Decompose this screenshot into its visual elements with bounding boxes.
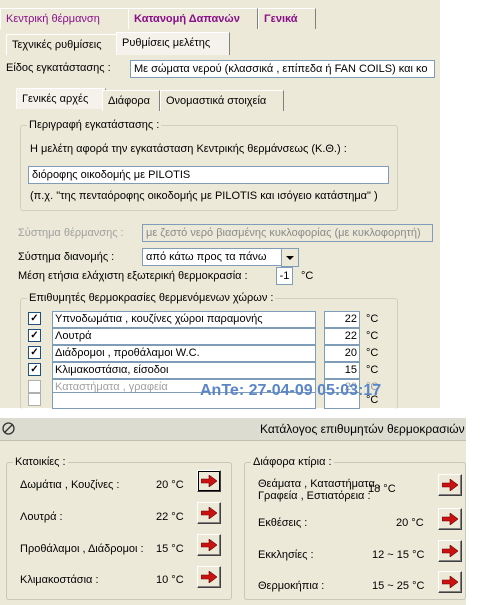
homes-row-value: 15 °C — [156, 543, 184, 555]
distribution-select[interactable]: από κάτω προς τα πάνω — [142, 248, 282, 266]
min-temp-label: Μέση ετήσια ελάχιστη εξωτερική θερμοκρασ… — [18, 270, 248, 282]
watermark-text: AnTe: 27-04-09 05:03:17 — [200, 382, 382, 399]
other-row-value: 12 ~ 15 °C — [372, 549, 425, 561]
other-row-name: Θερμοκήπια : — [258, 580, 325, 592]
row-unit: °C — [366, 347, 379, 359]
apply-arrow-button[interactable] — [197, 470, 221, 492]
arrow-right-icon — [201, 571, 217, 583]
arrow-right-icon — [201, 539, 217, 551]
other-row-value: 20 °C — [396, 517, 424, 529]
tab-nominal-data[interactable]: Ονομαστικά στοιχεία — [160, 90, 284, 111]
tab-cost-allocation[interactable]: Κατανομή Δαπανών — [128, 8, 258, 29]
desired-temps-title: Επιθυμητές θερμοκρασίες θερμενόμενων χώρ… — [27, 292, 276, 304]
heating-system-label: Σύστημα θέρμανσης : — [18, 227, 124, 239]
catalog-titlebar: Κατάλογος επιθυμητών θερμοκρασιών — [0, 418, 466, 441]
distribution-dropdown-button[interactable] — [281, 248, 299, 267]
row-checkbox[interactable]: ✓ — [28, 363, 41, 376]
homes-row-name: Λουτρά : — [20, 511, 63, 523]
row-unit: °C — [366, 313, 379, 325]
row-checkbox[interactable]: ✓ — [28, 346, 41, 359]
apply-arrow-button[interactable] — [438, 571, 462, 593]
arrow-right-icon — [442, 513, 458, 525]
apply-arrow-button[interactable] — [438, 508, 462, 530]
apply-arrow-button[interactable] — [197, 534, 221, 556]
arrow-right-icon — [442, 545, 458, 557]
other-row-value: 18 °C — [368, 483, 396, 495]
no-entry-icon[interactable] — [2, 422, 15, 435]
description-input[interactable]: διόροφης οικοδομής με PILOTIS — [28, 166, 389, 184]
row-value[interactable]: 20 — [324, 345, 360, 362]
distribution-label: Σύστημα διανομής : — [18, 251, 115, 263]
row-name[interactable]: Λουτρά — [52, 328, 316, 345]
row-value[interactable]: 22 — [324, 311, 360, 328]
chevron-down-icon — [286, 256, 294, 260]
row-value[interactable]: 15 — [324, 362, 360, 379]
settings-panel: Κεντρική θέρμανση Κατανομή Δαπανών Γενικ… — [0, 0, 440, 409]
description-prompt: Η μελέτη αφορά την εγκατάσταση Κεντρικής… — [30, 143, 347, 155]
apply-arrow-button[interactable] — [438, 540, 462, 562]
homes-row-name: Προθάλαμοι , Διάδρομοι : — [20, 543, 144, 555]
row-name[interactable]: Κλιμακοστάσια, είσοδοι — [52, 362, 316, 379]
row-checkbox[interactable]: ✓ — [28, 312, 41, 325]
other-buildings-title: Διάφορα κτίρια : — [251, 456, 334, 468]
row-value[interactable]: 22 — [324, 328, 360, 345]
description-group-title: Περιγραφή εγκατάστασης : — [27, 119, 162, 131]
row-checkbox[interactable] — [28, 380, 41, 393]
homes-row-value: 20 °C — [156, 479, 184, 491]
tab-central-heating[interactable]: Κεντρική θέρμανση — [0, 8, 130, 29]
homes-group-title: Κατοικίες : — [13, 456, 68, 468]
other-row-value: 15 ~ 25 °C — [372, 580, 425, 592]
row-checkbox[interactable] — [28, 393, 41, 406]
catalog-title: Κατάλογος επιθυμητών θερμοκρασιών — [260, 422, 465, 436]
homes-row-value: 10 °C — [156, 574, 184, 586]
tab-general[interactable]: Γενικά — [258, 8, 316, 29]
tab-miscellaneous[interactable]: Διάφορα — [102, 90, 160, 111]
apply-arrow-button[interactable] — [438, 474, 462, 496]
row-name[interactable]: Διάδρομοι , προθάλαμοι W.C. — [52, 345, 316, 362]
tab-general-principles[interactable]: Γενικές αρχές — [16, 88, 106, 109]
arrow-right-icon — [201, 507, 217, 519]
other-row-name: Εκκλησίες : — [258, 549, 314, 561]
tab-technical-settings[interactable]: Τεχνικές ρυθμίσεις — [6, 34, 120, 55]
arrow-right-icon — [442, 576, 458, 588]
homes-row-name: Κλιμακοστάσια : — [20, 574, 99, 586]
install-type-select[interactable]: Με σώματα νερού (κλασσικά , επίπεδα ή FA… — [130, 60, 435, 78]
row-unit: °C — [366, 364, 379, 376]
homes-row-value: 22 °C — [156, 511, 184, 523]
row-unit: °C — [366, 330, 379, 342]
min-temp-input[interactable]: -1 — [276, 267, 293, 285]
arrow-right-icon — [442, 479, 458, 491]
other-row-name: Εκθέσεις : — [258, 517, 308, 529]
heating-system-select[interactable]: με ζεστό νερό βιασμένης κυκλοφορίας (με … — [142, 224, 433, 242]
install-type-label: Είδος εγκατάστασης : — [6, 62, 111, 74]
description-example: (π.χ. "της πενταόροφης οικοδομής με PILO… — [30, 190, 378, 202]
homes-row-name: Δωμάτια , Κουζίνες : — [20, 479, 120, 491]
row-name[interactable]: Υπνοδωμάτια , κουζίνες χώροι παραμονής — [52, 311, 316, 328]
row-checkbox[interactable]: ✓ — [28, 329, 41, 342]
tab-study-settings[interactable]: Ρυθμίσεις μελέτης — [116, 32, 230, 55]
arrow-right-icon — [201, 475, 217, 487]
min-temp-unit: °C — [301, 270, 314, 282]
apply-arrow-button[interactable] — [197, 502, 221, 524]
apply-arrow-button[interactable] — [197, 566, 221, 588]
